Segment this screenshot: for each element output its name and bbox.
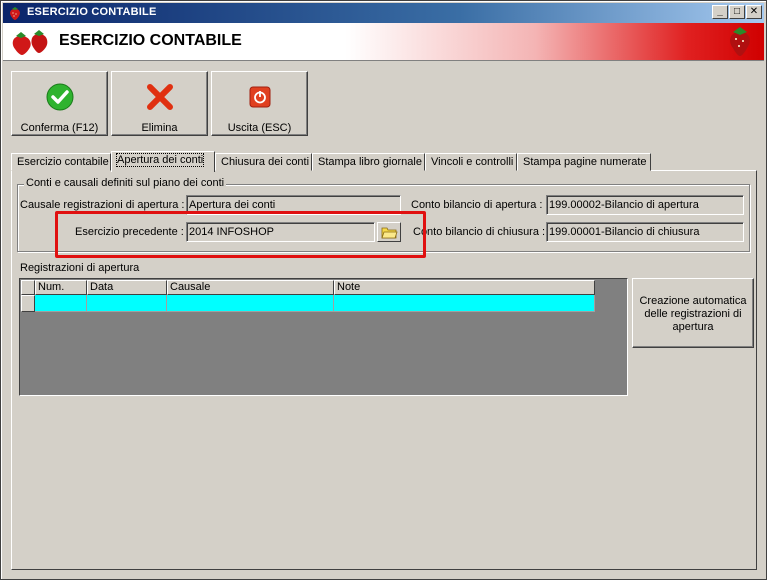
table-row-cell-data[interactable]: [87, 295, 167, 312]
delete-button[interactable]: Elimina: [111, 71, 208, 136]
causale-label: Causale registrazioni di apertura :: [20, 199, 185, 211]
maximize-button[interactable]: □: [729, 5, 745, 19]
window-title: ESERCIZIO CONTABILE: [27, 6, 157, 18]
header-banner: ESERCIZIO CONTABILE: [3, 23, 764, 61]
exit-label: Uscita (ESC): [227, 122, 292, 134]
minimize-button[interactable]: _: [712, 5, 728, 19]
tab-vincoli-e-controlli[interactable]: Vincoli e controlli: [425, 153, 517, 171]
tab-chiusura-dei-conti[interactable]: Chiusura dei conti: [215, 153, 312, 171]
creazione-automatica-button[interactable]: Creazione automatica delle registrazioni…: [632, 278, 754, 348]
highlight-box: [55, 211, 426, 258]
title-bar[interactable]: ESERCIZIO CONTABILE _ □ ✕: [3, 3, 764, 23]
red-x-icon: [147, 84, 173, 110]
exit-button[interactable]: Uscita (ESC): [211, 71, 308, 136]
row-indicator[interactable]: [21, 295, 35, 312]
column-header-num[interactable]: Num.: [35, 280, 87, 295]
confirm-button[interactable]: Conferma (F12): [11, 71, 108, 136]
tab-stampa-pagine-numerate[interactable]: Stampa pagine numerate: [517, 153, 651, 171]
grid-corner: [21, 280, 35, 295]
column-header-data[interactable]: Data: [87, 280, 167, 295]
confirm-label: Conferma (F12): [20, 122, 99, 134]
registrazioni-label: Registrazioni di apertura: [20, 262, 140, 274]
delete-label: Elimina: [141, 122, 178, 134]
conto-apertura-field[interactable]: 199.00002-Bilancio di apertura: [546, 195, 744, 215]
group-title: Conti e causali definiti sul piano dei c…: [24, 177, 227, 189]
conto-chiusura-field[interactable]: 199.00001-Bilancio di chiusura: [546, 222, 744, 242]
table-row-cell-num[interactable]: [35, 295, 87, 312]
registrazioni-grid[interactable]: Num. Data Causale Note: [19, 278, 628, 396]
column-header-note[interactable]: Note: [334, 280, 595, 295]
conto-chiusura-label: Conto bilancio di chiusura :: [413, 226, 546, 238]
check-circle-icon: [46, 83, 74, 111]
strawberry-icon: [730, 27, 750, 56]
power-icon: [249, 86, 271, 108]
tab-stampa-libro-giornale[interactable]: Stampa libro giornale: [312, 153, 425, 171]
conto-apertura-label: Conto bilancio di apertura :: [411, 199, 543, 211]
table-row-cell-note[interactable]: [334, 295, 595, 312]
tab-esercizio-contabile[interactable]: Esercizio contabile: [11, 153, 111, 171]
table-row-cell-causale[interactable]: [167, 295, 334, 312]
banner-title: ESERCIZIO CONTABILE: [59, 32, 242, 49]
application-window: ESERCIZIO CONTABILE _ □ ✕ ESERCIZIO CONT…: [0, 0, 767, 580]
column-header-causale[interactable]: Causale: [167, 280, 334, 295]
close-button[interactable]: ✕: [746, 5, 762, 19]
strawberry-icon: [10, 7, 20, 20]
strawberry-logo-icon: [12, 30, 48, 55]
tab-apertura-dei-conti[interactable]: Apertura dei conti: [111, 151, 215, 172]
